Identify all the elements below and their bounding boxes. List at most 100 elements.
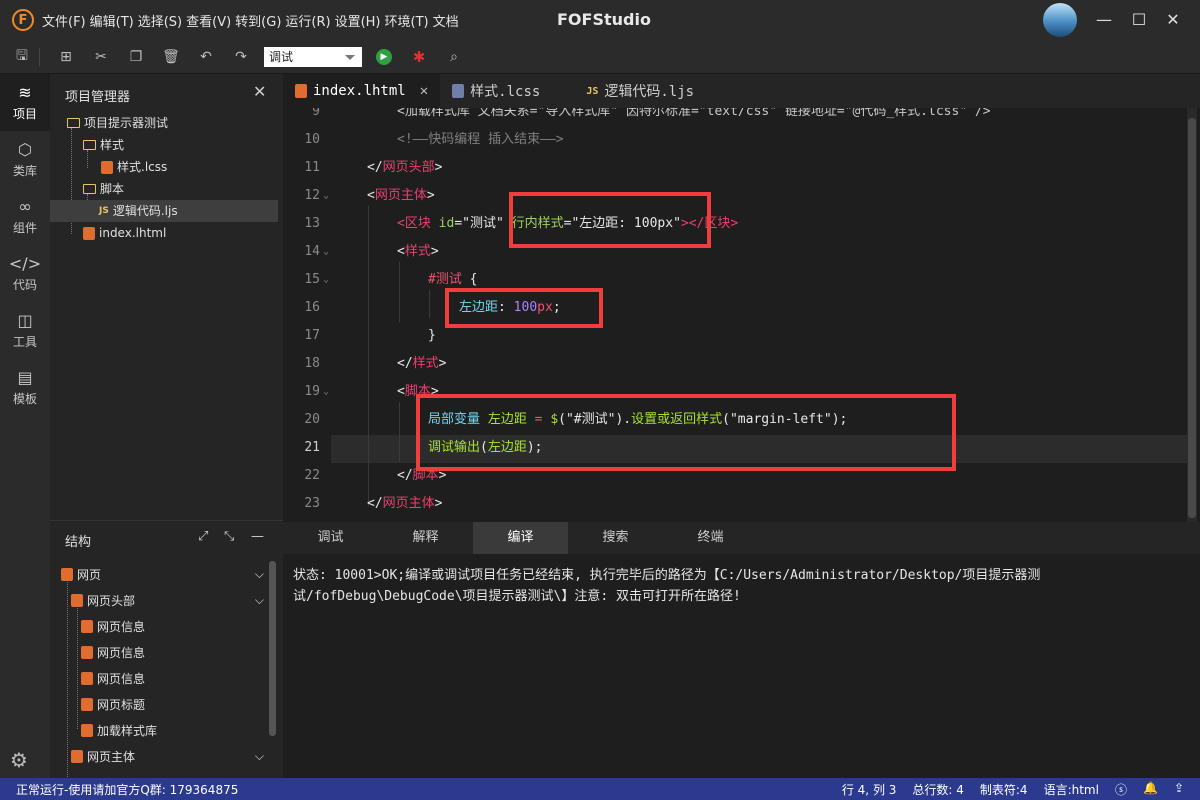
tab-style[interactable]: 样式.lcss: [440, 74, 552, 108]
menu-settings[interactable]: 设置(H): [335, 11, 381, 30]
close-window-icon[interactable]: ✕: [1162, 9, 1184, 31]
tag-punct: >: [426, 188, 435, 203]
activity-components[interactable]: ∞ 组件: [0, 188, 50, 245]
tab-size[interactable]: 制表符:4: [980, 781, 1028, 798]
tab-compile[interactable]: 编译: [473, 522, 568, 554]
fold-icon[interactable]: ⌄: [323, 266, 329, 294]
collapse-icon[interactable]: ⤡: [224, 529, 234, 544]
activity-label: 项目: [12, 107, 37, 121]
avatar[interactable]: [1043, 3, 1077, 37]
cursor-position[interactable]: 行 4, 列 3: [842, 781, 897, 798]
tab-label: 逻辑代码.ljs: [604, 84, 695, 100]
close-icon[interactable]: ✕: [253, 82, 266, 101]
activity-tools[interactable]: ◫ 工具: [0, 302, 50, 359]
menu-edit[interactable]: 编辑(T): [90, 11, 134, 30]
tab-explain[interactable]: 解释: [378, 522, 473, 554]
activity-templates[interactable]: ▤ 模板: [0, 359, 50, 416]
new-file-icon[interactable]: ⊞: [53, 44, 79, 70]
language-mode[interactable]: 语言:html: [1044, 781, 1099, 798]
folder-icon: [83, 184, 96, 194]
fold-icon[interactable]: ⌄: [323, 182, 329, 210]
code-line: 16 左边距: 100px;: [283, 294, 1188, 322]
chevron-down-icon[interactable]: ⌵: [255, 749, 264, 764]
activity-project[interactable]: ≋ 项目: [0, 74, 50, 131]
minimize-icon[interactable]: —: [1093, 9, 1115, 31]
tree-label: 项目提示器测试: [84, 116, 169, 130]
minimize-panel-icon[interactable]: —: [251, 529, 264, 544]
structure-panel: 结构 ⤢ ⤡ — 网页 ⌵ 网页头部 ⌵ 网页信息 网页信息 网页信息 网页标题 加…: [50, 520, 283, 799]
maximize-icon[interactable]: ☐: [1128, 9, 1150, 31]
fold-icon[interactable]: ⌄: [323, 238, 329, 266]
tag-punct: <: [367, 188, 375, 203]
folder-icon: [83, 140, 96, 150]
explorer-title: 项目管理器: [65, 90, 131, 105]
save-icon[interactable]: 🖫: [9, 44, 35, 70]
structure-scrollbar[interactable]: [269, 561, 276, 736]
scrollbar-thumb[interactable]: [1188, 118, 1196, 518]
undo-icon[interactable]: ↶: [193, 44, 219, 70]
structure-item[interactable]: 网页头部 ⌵: [50, 587, 268, 613]
title-bar: F 文件(F) 编辑(T) 选择(S) 查看(V) 转到(G) 运行(R) 设置…: [0, 0, 1200, 40]
menu-goto[interactable]: 转到(G): [235, 11, 281, 30]
tab-index[interactable]: index.lhtml ✕: [283, 74, 441, 108]
structure-item[interactable]: 加载样式库: [50, 717, 268, 743]
structure-item[interactable]: 网页标题: [50, 691, 268, 717]
app-logo-icon: F: [12, 9, 34, 31]
activity-bar: ≋ 项目 ⬡ 类库 ∞ 组件 </> 代码 ◫ 工具 ▤ 模板 ⚙: [0, 74, 50, 778]
tab-search[interactable]: 搜索: [568, 522, 663, 554]
tree-item-script-folder[interactable]: 脚本: [50, 178, 283, 200]
cut-icon[interactable]: ✂: [88, 44, 114, 70]
structure-item[interactable]: 网页信息: [50, 639, 268, 665]
tab-terminal[interactable]: 终端: [663, 522, 758, 554]
mode-select[interactable]: 调试: [264, 46, 362, 67]
menu-select[interactable]: 选择(S): [138, 11, 182, 30]
search-file-icon[interactable]: ⌕: [441, 44, 467, 70]
activity-code[interactable]: </> 代码: [0, 245, 50, 302]
editor-scrollbar[interactable]: [1187, 108, 1197, 522]
close-tab-icon[interactable]: ✕: [420, 83, 428, 99]
structure-item[interactable]: 网页主体 ⌵: [50, 743, 268, 769]
chevron-down-icon[interactable]: ⌵: [255, 593, 264, 608]
copy-icon[interactable]: ❐: [123, 44, 149, 70]
menu-run[interactable]: 运行(R): [285, 11, 330, 30]
bell-icon[interactable]: 🔔: [1143, 781, 1158, 798]
menu-view[interactable]: 查看(V): [186, 11, 231, 30]
structure-label: 网页主体: [87, 749, 136, 764]
menu-environment[interactable]: 环境(T): [385, 11, 429, 30]
tag-punct: >: [434, 496, 443, 511]
structure-item[interactable]: 网页信息: [50, 613, 268, 639]
menu-docs[interactable]: 文档: [433, 11, 459, 30]
tag-icon: [81, 619, 93, 633]
code-editor[interactable]: 9 <加载样式库 文档关系="导入样式库" 因特尔标准="text/css" 链接…: [283, 108, 1200, 522]
tree-item-index[interactable]: index.lhtml: [50, 222, 283, 244]
donate-icon[interactable]: ⓢ: [1115, 781, 1127, 798]
tag-punct: <: [397, 384, 405, 399]
output-text[interactable]: 状态: 10001>OK;编译或调试项目任务已经结束, 执行完毕后的路径为【C:…: [283, 554, 1200, 618]
activity-library[interactable]: ⬡ 类库: [0, 131, 50, 188]
tag-punct: >: [434, 160, 443, 175]
structure-title: 结构: [65, 535, 92, 550]
tree-item-style-folder[interactable]: 样式: [50, 134, 283, 156]
tree-item-ljs[interactable]: JS 逻辑代码.ljs: [50, 200, 278, 222]
run-icon[interactable]: ▶: [371, 44, 397, 70]
tab-debug[interactable]: 调试: [283, 522, 378, 554]
structure-item[interactable]: 网页信息: [50, 665, 268, 691]
tab-logic[interactable]: JS 逻辑代码.ljs: [574, 74, 706, 108]
toolbar-divider: [39, 47, 40, 66]
structure-item[interactable]: 网页 ⌵: [50, 561, 268, 587]
highlight-box: [509, 192, 711, 248]
debug-icon[interactable]: ✱: [406, 44, 432, 70]
tree-item-lcss[interactable]: 样式.lcss: [50, 156, 283, 178]
tree-label: index.lhtml: [99, 226, 167, 240]
redo-icon[interactable]: ↷: [228, 44, 254, 70]
gear-icon[interactable]: ⚙: [10, 748, 28, 772]
upload-icon[interactable]: ⇪: [1174, 781, 1184, 798]
chevron-down-icon[interactable]: ⌵: [255, 567, 264, 582]
code-text: </样式>: [397, 350, 447, 378]
expand-icon[interactable]: ⤢: [198, 529, 208, 544]
delete-icon[interactable]: 🗑: [158, 44, 184, 70]
tree-item-root[interactable]: 项目提示器测试: [50, 112, 283, 134]
tag-name: 样式: [412, 356, 439, 371]
fold-icon[interactable]: ⌄: [323, 378, 329, 406]
menu-file[interactable]: 文件(F): [42, 11, 86, 30]
